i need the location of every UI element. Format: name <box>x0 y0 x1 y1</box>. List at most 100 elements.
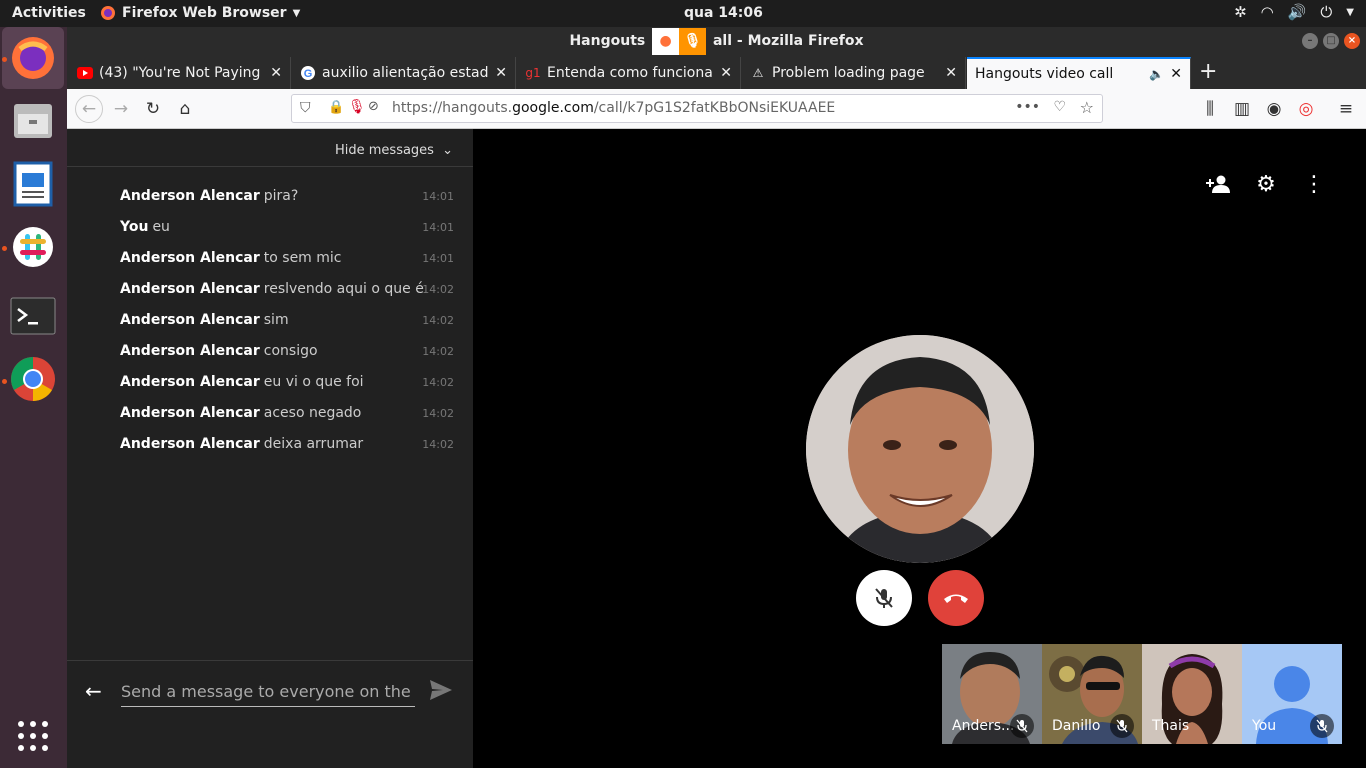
close-icon[interactable]: ✕ <box>720 65 732 81</box>
tab-bar: (43) "You're Not Paying C ✕ G auxilio al… <box>67 55 1366 89</box>
message-text: pira? <box>263 188 299 204</box>
pocket-icon[interactable]: ♡ <box>1053 99 1066 115</box>
home-button[interactable]: ⌂ <box>173 97 197 121</box>
firefox-icon <box>101 6 115 20</box>
participant-name: Thais <box>1152 718 1190 734</box>
minimize-button[interactable]: – <box>1302 33 1318 49</box>
url-text[interactable]: https://hangouts.google.com/call/k7pG1S2… <box>392 100 835 116</box>
message-time: 14:02 <box>422 283 454 296</box>
message-sender: Anderson Alencar <box>120 312 260 328</box>
library-icon[interactable]: ⫼ <box>1198 97 1222 121</box>
close-icon[interactable]: ✕ <box>1170 66 1182 82</box>
chat-message-input[interactable] <box>121 677 415 705</box>
tab-hangouts[interactable]: Hangouts video call 🔈 ✕ <box>967 57 1191 89</box>
arrow-left-icon[interactable]: ← <box>85 679 102 703</box>
gnome-top-bar: Activities Firefox Web Browser ▼ qua 14:… <box>0 0 1366 27</box>
url-bar[interactable]: ⛉ 🔒 🎙 ⊘ https://hangouts.google.com/call… <box>291 94 1103 123</box>
back-button[interactable]: ← <box>75 95 103 123</box>
clock[interactable]: qua 14:06 <box>684 5 763 21</box>
chat-message: Anderson Alencar consigo 14:02 <box>120 343 454 363</box>
slack-tray-icon[interactable]: ✲ <box>1234 3 1247 21</box>
send-icon[interactable] <box>429 679 453 705</box>
close-icon[interactable]: ✕ <box>945 65 957 81</box>
show-applications-button[interactable] <box>2 705 64 767</box>
participant-tile[interactable]: Danillo <box>1042 644 1142 744</box>
running-indicator <box>2 379 7 384</box>
dock-libreoffice-writer[interactable] <box>2 153 64 215</box>
participant-tile-self[interactable]: You <box>1242 644 1342 744</box>
hide-messages-button[interactable]: Hide messages ⌄ <box>335 143 453 158</box>
reload-button[interactable]: ↻ <box>141 97 165 121</box>
participant-name: You <box>1252 718 1277 734</box>
tab-youtube[interactable]: (43) "You're Not Paying C ✕ <box>69 57 291 89</box>
activities-button[interactable]: Activities <box>12 5 86 21</box>
close-icon[interactable]: ✕ <box>270 65 282 81</box>
forward-button[interactable]: → <box>109 97 133 121</box>
settings-gear-icon[interactable]: ⚙ <box>1253 171 1279 197</box>
hamburger-menu-icon[interactable]: ≡ <box>1334 97 1358 121</box>
tab-label: auxilio alientação estado <box>322 65 490 81</box>
warning-icon: ⚠ <box>752 66 764 80</box>
add-person-icon[interactable] <box>1205 171 1231 197</box>
close-window-button[interactable]: × <box>1344 33 1360 49</box>
tab-label: Problem loading page <box>772 65 925 81</box>
sharing-indicator[interactable]: ● 🎙 <box>652 27 707 55</box>
page-actions-icon[interactable]: ••• <box>1015 99 1040 115</box>
divider <box>67 166 473 167</box>
microphone-permission-icon[interactable]: 🎙 <box>348 99 366 115</box>
tab-globo[interactable]: g1 Entenda como funciona o ✕ <box>517 57 741 89</box>
message-time: 14:02 <box>422 314 454 327</box>
close-icon[interactable]: ✕ <box>495 65 507 81</box>
dock-files[interactable] <box>2 90 64 152</box>
hang-up-button[interactable] <box>928 570 984 626</box>
tab-problem-loading[interactable]: ⚠ Problem loading page ✕ <box>742 57 966 89</box>
chevron-down-icon: ⌄ <box>442 143 453 158</box>
running-indicator <box>2 246 7 251</box>
chevron-down-icon[interactable]: ▼ <box>1346 7 1354 18</box>
lock-icon[interactable]: 🔒 <box>328 100 344 115</box>
wifi-icon[interactable]: ◠ <box>1261 3 1274 21</box>
mute-microphone-button[interactable] <box>856 570 912 626</box>
bookmark-star-icon[interactable]: ☆ <box>1080 98 1094 117</box>
new-tab-button[interactable]: + <box>1199 59 1217 84</box>
chat-message: You eu 14:01 <box>120 219 454 239</box>
svg-text:G: G <box>304 68 313 80</box>
system-tray[interactable]: ✲ ◠ 🔊 ⏻ ▼ <box>1234 3 1354 21</box>
message-sender: Anderson Alencar <box>120 343 260 359</box>
message-sender: Anderson Alencar <box>120 188 260 204</box>
mic-off-icon <box>1010 714 1034 738</box>
speaker-icon[interactable]: 🔈 <box>1149 67 1164 81</box>
chat-message: Anderson Alencar to sem mic 14:01 <box>120 250 454 270</box>
dock-firefox[interactable] <box>2 27 64 89</box>
extension-icon[interactable]: ◎ <box>1294 97 1318 121</box>
participant-tile[interactable]: Anders... <box>942 644 1042 744</box>
message-text: reslvendo aqui o que é <box>263 281 424 297</box>
sidebar-icon[interactable]: ▥ <box>1230 97 1254 121</box>
url-path: /call/k7pG1S2fatKBbONsiEKUAAEE <box>593 100 836 116</box>
navigation-toolbar: ← → ↻ ⌂ ⛉ 🔒 🎙 ⊘ https://hangouts.google.… <box>67 89 1366 129</box>
shield-icon[interactable]: ⛉ <box>300 100 311 116</box>
more-options-icon[interactable]: ⋮ <box>1301 171 1327 197</box>
dock-chrome[interactable] <box>2 348 64 410</box>
document-icon <box>13 161 53 207</box>
tab-google-search[interactable]: G auxilio alientação estado ✕ <box>292 57 516 89</box>
camera-blocked-icon[interactable]: ⊘ <box>368 99 379 114</box>
message-time: 14:02 <box>422 407 454 420</box>
maximize-button[interactable]: □ <box>1323 33 1339 49</box>
chat-message: Anderson Alencar reslvendo aqui o que é 14… <box>120 281 454 301</box>
message-time: 14:02 <box>422 376 454 389</box>
window-title-left: Hangouts <box>569 33 646 49</box>
account-icon[interactable]: ◉ <box>1262 97 1286 121</box>
app-menu[interactable]: Firefox Web Browser ▼ <box>100 5 300 21</box>
power-icon[interactable]: ⏻ <box>1320 3 1332 21</box>
dock-slack[interactable] <box>2 216 64 278</box>
participant-tile[interactable]: Thais <box>1142 644 1242 744</box>
message-time: 14:01 <box>422 252 454 265</box>
volume-icon[interactable]: 🔊 <box>1288 3 1307 21</box>
window-titlebar[interactable]: Hangouts ● 🎙 all - Mozilla Firefox – □ × <box>67 27 1366 55</box>
hide-messages-label: Hide messages <box>334 143 434 158</box>
dock <box>0 27 67 768</box>
terminal-icon <box>10 297 56 335</box>
dock-terminal[interactable] <box>2 285 64 347</box>
message-sender: Anderson Alencar <box>120 374 260 390</box>
